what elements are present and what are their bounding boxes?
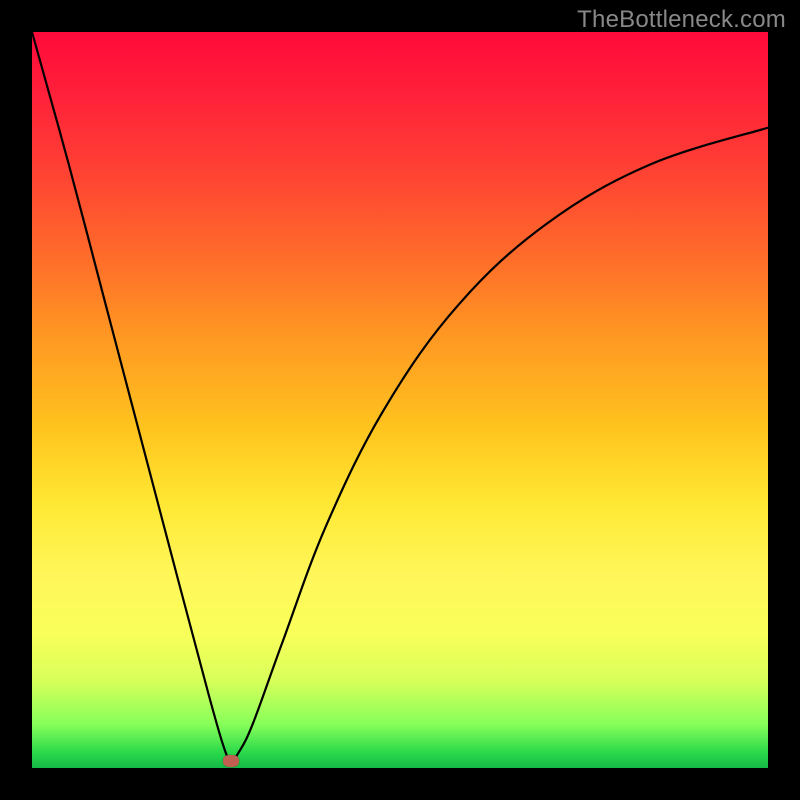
attribution-text: TheBottleneck.com bbox=[577, 6, 786, 34]
bottleneck-curve bbox=[32, 32, 768, 761]
chart-frame: TheBottleneck.com bbox=[0, 0, 800, 800]
min-marker bbox=[223, 755, 239, 767]
plot-area bbox=[32, 32, 768, 768]
curve-svg bbox=[32, 32, 768, 768]
